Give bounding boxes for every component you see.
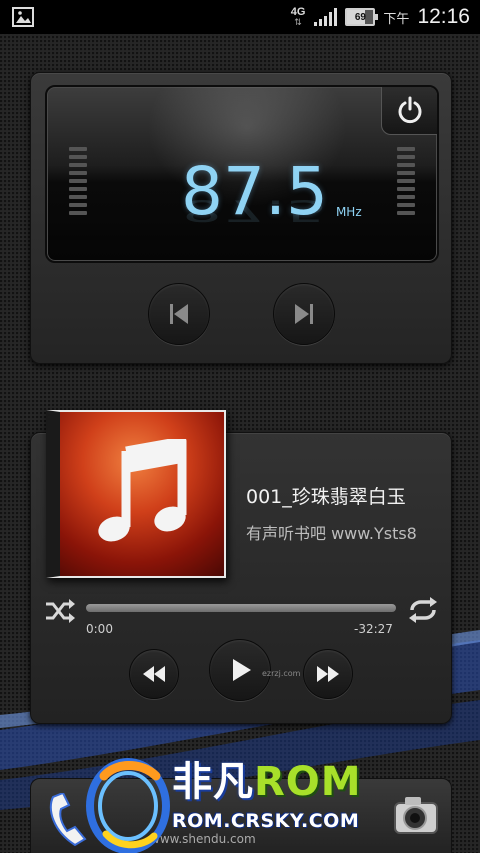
- repeat-button[interactable]: [406, 596, 440, 628]
- brand-logo-icon: [86, 758, 170, 853]
- brand-url: ROM.CRSKY.COM: [172, 810, 360, 832]
- data-activity-icon: ⇅: [294, 17, 302, 28]
- status-bar: 4G ⇅ 69 下午 12:16: [0, 0, 480, 34]
- clock-time: 12:16: [417, 5, 470, 28]
- fast-forward-icon: [317, 666, 339, 682]
- gallery-notification-icon: [12, 7, 34, 31]
- brand-name-cn: 非凡: [172, 759, 254, 805]
- camera-icon[interactable]: [393, 793, 439, 837]
- brand-name-en: ROM: [254, 759, 362, 805]
- elapsed-time: 0:00: [86, 622, 113, 636]
- phone-icon[interactable]: [45, 793, 91, 849]
- prev-station-button[interactable]: [148, 283, 210, 345]
- rewind-icon: [143, 666, 165, 682]
- music-note-icon: [98, 439, 187, 542]
- left-level-meter: [69, 147, 87, 215]
- seek-bar[interactable]: [86, 604, 396, 612]
- radio-display: 87.5 MHz 87.5: [45, 85, 439, 263]
- repeat-icon: [409, 597, 437, 623]
- album-art[interactable]: [46, 410, 226, 578]
- shuffle-button[interactable]: [44, 598, 76, 628]
- radio-power-button[interactable]: [381, 87, 437, 135]
- network-type: 4G: [290, 5, 306, 18]
- rewind-button[interactable]: [129, 649, 179, 699]
- frequency-reflection: 87.5: [181, 193, 328, 228]
- network-indicator: 4G ⇅: [290, 5, 306, 28]
- right-level-meter: [397, 147, 415, 215]
- track-title: 001_珍珠翡翠白玉: [246, 486, 406, 508]
- signal-strength-icon: [314, 8, 338, 26]
- play-icon: [233, 659, 251, 681]
- next-station-button[interactable]: [273, 283, 335, 345]
- prev-station-icon: [170, 304, 188, 324]
- fast-forward-button[interactable]: [303, 649, 353, 699]
- power-icon: [398, 96, 422, 124]
- battery-level: 69: [354, 11, 366, 23]
- shuffle-icon: [46, 599, 75, 623]
- remaining-time: -32:27: [354, 622, 393, 636]
- site-watermark: ezrzj.com: [262, 669, 301, 678]
- fm-radio-widget: 87.5 MHz 87.5: [30, 72, 452, 364]
- brand-name: 非凡ROM: [172, 762, 362, 802]
- clock-ampm: 下午: [383, 11, 410, 27]
- next-station-icon: [295, 304, 313, 324]
- battery-icon: 69: [345, 8, 379, 26]
- track-artist: 有声听书吧 www.Ysts8: [246, 524, 417, 543]
- frequency-unit: MHz: [335, 205, 362, 219]
